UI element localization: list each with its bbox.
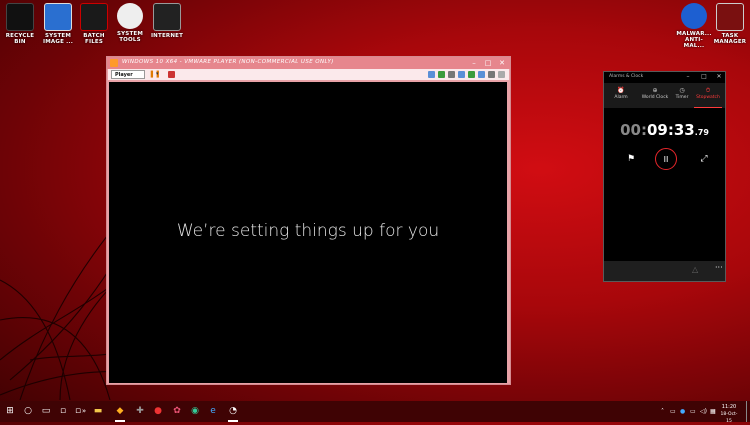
minimize-button[interactable]: – (467, 58, 481, 68)
send-ctrl-alt-del-icon[interactable] (168, 71, 175, 78)
ie-taskbar-icon[interactable]: e (205, 401, 221, 422)
alarms-taskbar-icon[interactable]: ◔ (225, 401, 241, 422)
system-tools-icon (117, 3, 143, 29)
file-explorer-icon[interactable]: ▬ (90, 401, 106, 422)
recycle-bin-icon (6, 3, 34, 31)
network-icon[interactable]: ▭ (690, 401, 696, 422)
maximize-button[interactable]: □ (481, 58, 495, 68)
device-network-icon[interactable] (438, 71, 445, 78)
tab-world-clock[interactable]: ⊕ World Clock (641, 83, 669, 108)
vmware-window-title: WINDOWS 10 X64 - VMWARE PLAYER (NON-COMM… (122, 59, 334, 65)
task-view-button[interactable]: ▭ (38, 401, 54, 422)
world-clock-icon: ⊕ (652, 87, 658, 94)
lap-flag-button[interactable]: ⚑ (620, 148, 642, 170)
pause-button[interactable]: II (655, 148, 677, 170)
taskbar-pin-1-icon[interactable]: ▫ (55, 401, 71, 422)
vmware-taskbar-icon[interactable]: ◆ (112, 401, 128, 422)
device-sound-icon[interactable] (468, 71, 475, 78)
clock-command-bar: △ ··· (604, 261, 725, 281)
show-desktop-button[interactable] (746, 401, 750, 422)
taskbar: ⊞ ○ ▭ ▫ ▫ » ▬ ◆ ✚ ● ✿ ◉ e ◔ ˄ ▭ ● ▭ ◁) ▦… (0, 401, 750, 424)
volume-icon[interactable]: ◁) (700, 401, 707, 422)
taskbar-time: 11:20 (721, 404, 737, 410)
device-printer-icon[interactable] (458, 71, 465, 78)
system-image-icon (44, 3, 72, 31)
taskbar-date: 18-Oct-15 (720, 412, 738, 424)
internet-icon (153, 3, 181, 31)
batch-files-icon (80, 3, 108, 31)
device-message-icon[interactable] (488, 71, 495, 78)
clock-tabbar: ⏰ Alarm ⊕ World Clock ◷ Timer ⏱ Stopwatc… (604, 83, 725, 108)
timer-icon: ◷ (679, 87, 685, 94)
chevron-down-icon[interactable]: ▾ (156, 70, 159, 79)
vmware-app-icon (110, 59, 118, 67)
tab-alarm[interactable]: ⏰ Alarm (607, 83, 635, 108)
stopwatch-centiseconds: .79 (694, 128, 709, 137)
tab-timer[interactable]: ◷ Timer (668, 83, 696, 108)
desktop-icon-system-tools[interactable]: SYSTEM TOOLS (111, 3, 149, 43)
red-app-taskbar-icon[interactable]: ● (150, 401, 166, 422)
keyboard-icon[interactable]: ▦ (710, 401, 716, 422)
device-cd-icon[interactable] (428, 71, 435, 78)
clock-minimize-button[interactable]: – (682, 72, 694, 82)
search-button[interactable]: ○ (20, 401, 36, 422)
task-manager-icon (716, 3, 744, 31)
clock-close-button[interactable]: ✕ (713, 72, 725, 82)
alarm-icon: ⏰ (617, 87, 625, 94)
setup-message: We’re setting things up for you (176, 221, 440, 241)
desktop-icon-system-image[interactable]: SYSTEM IMAGE ... (39, 3, 77, 45)
fullscreen-icon[interactable] (498, 71, 505, 78)
paint-taskbar-icon[interactable]: ✿ (169, 401, 185, 422)
stopwatch-hours: 00: (620, 121, 647, 139)
desktop-icon-malwarebytes[interactable]: MALWAR... ANTI-MAL... (675, 3, 713, 49)
clock-maximize-button[interactable]: □ (698, 72, 710, 82)
start-button[interactable]: ⊞ (2, 401, 18, 422)
vm-guest-screen[interactable]: We’re setting things up for you (109, 82, 507, 383)
desktop-icon-task-manager[interactable]: TASK MANAGER (711, 3, 749, 45)
reset-icon[interactable]: △ (692, 265, 698, 274)
vmware-titlebar[interactable]: WINDOWS 10 X64 - VMWARE PLAYER (NON-COMM… (107, 57, 510, 69)
desktop-icon-batch-files[interactable]: BATCH FILES (75, 3, 113, 45)
malwarebytes-tray-icon[interactable]: ● (680, 401, 685, 422)
stopwatch-icon: ⏱ (705, 87, 711, 94)
vmware-toolbar: Player ❚❚ ▾ (108, 69, 509, 80)
desktop-icon-internet[interactable]: INTERNET (148, 3, 186, 39)
more-options-button[interactable]: ··· (715, 263, 723, 272)
desktop-icon-recycle-bin[interactable]: RECYCLE BIN (1, 3, 39, 45)
stopwatch-minutes-seconds: 09:33 (646, 121, 695, 139)
malwarebytes-icon (681, 3, 707, 29)
alarms-clock-title: Alarms & Clock (609, 74, 644, 79)
tools-taskbar-icon[interactable]: ✚ (132, 401, 148, 422)
close-button[interactable]: ✕ (495, 58, 509, 68)
stopwatch-display: 00:09:33.79 (604, 120, 725, 139)
vmware-window[interactable]: WINDOWS 10 X64 - VMWARE PLAYER (NON-COMM… (106, 56, 511, 385)
chrome-taskbar-icon[interactable]: ◉ (187, 401, 203, 422)
tab-stopwatch[interactable]: ⏱ Stopwatch (694, 83, 722, 108)
expand-icon[interactable]: ⤢ (693, 148, 715, 170)
tray-chevron-icon[interactable]: ˄ (661, 401, 664, 422)
alarms-clock-window[interactable]: Alarms & Clock – □ ✕ ⏰ Alarm ⊕ World Clo… (603, 71, 726, 282)
player-menu-button[interactable]: Player (111, 70, 145, 79)
action-center-icon[interactable]: ▭ (670, 401, 676, 422)
device-display-icon[interactable] (478, 71, 485, 78)
device-usb-icon[interactable] (448, 71, 455, 78)
